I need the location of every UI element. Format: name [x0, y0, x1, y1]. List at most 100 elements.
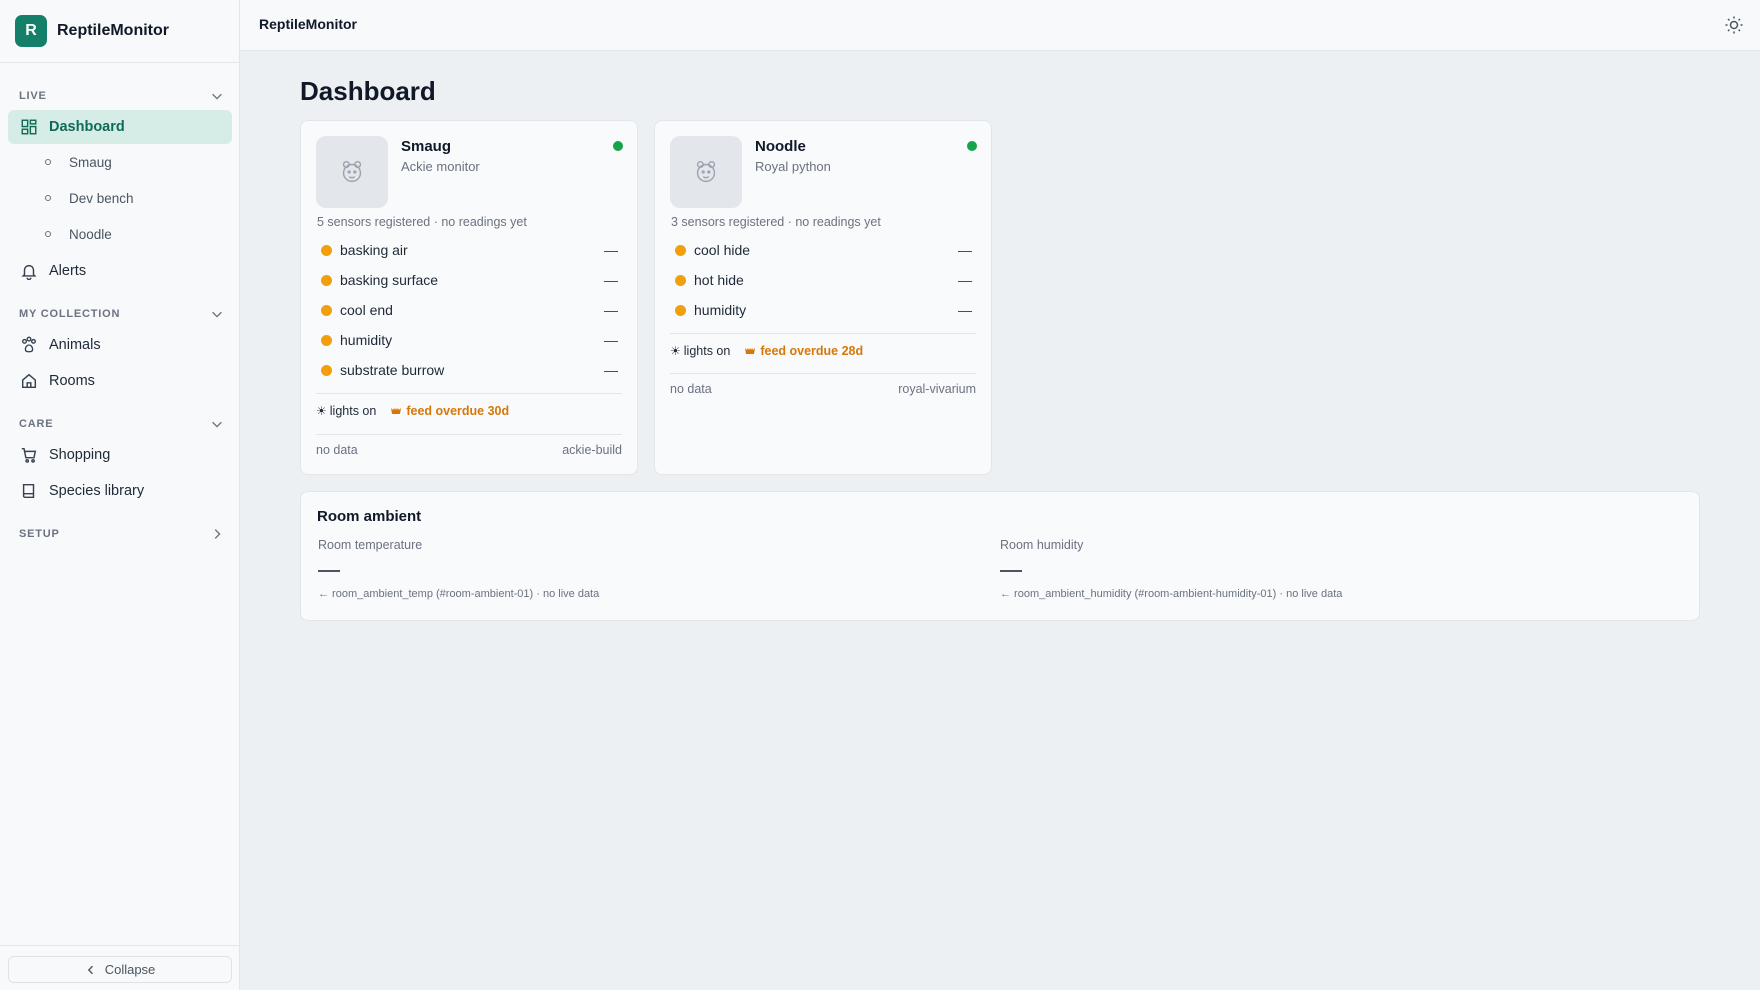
sensor-status-dot — [321, 244, 332, 256]
sensor-label: cool end — [340, 302, 393, 318]
section-collection-label: MY COLLECTION — [19, 308, 121, 320]
animal-species: Royal python — [755, 159, 831, 174]
home-icon — [21, 373, 37, 389]
sensor-row[interactable]: basking air — — [317, 235, 622, 265]
online-status-indicator — [613, 141, 623, 151]
sensor-status-dot — [321, 334, 332, 346]
avatar — [670, 136, 742, 208]
room-humidity-label: Room humidity — [1000, 538, 1084, 552]
lights-status: lights on — [683, 344, 731, 358]
book-icon — [22, 483, 35, 499]
status-line: ☀ lights on feed overdue 30d — [316, 401, 509, 421]
sensor-status-dot — [675, 244, 686, 256]
sensor-list: basking air — basking surface — cool end… — [317, 235, 622, 385]
room-temperature-label: Room temperature — [318, 538, 423, 552]
sidebar-item-label: Rooms — [49, 373, 95, 389]
sensor-label: substrate burrow — [340, 362, 445, 378]
section-setup-label: SETUP — [19, 528, 60, 540]
sensor-label: hot hide — [694, 272, 744, 288]
chevron-down-icon — [212, 93, 222, 100]
sidebar-subitem-dev-bench[interactable]: Dev bench — [45, 186, 134, 210]
sensor-row[interactable]: humidity — — [317, 325, 622, 355]
card-footer: no data ackie-build — [316, 443, 622, 457]
sidebar-item-label: Shopping — [49, 447, 111, 463]
section-care-toggle[interactable]: CARE — [19, 414, 224, 434]
sensor-status-dot — [321, 364, 332, 376]
animal-placeholder-icon — [696, 160, 716, 183]
feed-status-label: feed overdue 28d — [760, 344, 864, 358]
feed-status[interactable]: feed overdue 30d — [390, 404, 509, 418]
sensor-summary: 5 sensors registered · no readings yet — [317, 215, 527, 229]
sidebar-item-animals[interactable]: Animals — [8, 328, 232, 362]
animal-card-noodle[interactable]: Noodle Royal python 3 sensors registered… — [654, 120, 992, 475]
sidebar-subitem-smaug[interactable]: Smaug — [45, 150, 112, 174]
sensor-list: cool hide — hot hide — humidity — — [671, 235, 976, 325]
divider — [316, 434, 622, 435]
section-live-toggle[interactable]: LIVE — [19, 86, 224, 106]
sensor-status-dot — [675, 274, 686, 286]
room-temperature[interactable]: Room temperature ← room_ambient_temp (#r… — [318, 538, 599, 600]
sensor-row[interactable]: cool end — — [317, 295, 622, 325]
sensor-label: basking surface — [340, 272, 439, 288]
section-collection-toggle[interactable]: MY COLLECTION — [19, 304, 224, 324]
sidebar-item-dashboard[interactable]: Dashboard — [8, 110, 232, 144]
sidebar-footer: Collapse — [0, 945, 240, 990]
data-status: no data — [316, 443, 358, 457]
sidebar-subitem-label: Dev bench — [69, 190, 134, 206]
app-name: ReptileMonitor — [57, 22, 169, 39]
brand[interactable]: R ReptileMonitor — [0, 0, 239, 63]
sun-icon[interactable] — [1724, 15, 1744, 35]
divider — [670, 373, 976, 374]
sensor-value: — — [604, 362, 618, 378]
no-value-dash — [1000, 570, 1022, 572]
sidebar: R ReptileMonitor LIVE Dashboard Smaug De… — [0, 0, 240, 990]
sidebar-item-label: Animals — [49, 337, 101, 353]
sidebar-item-label: Alerts — [49, 263, 87, 279]
sensor-row[interactable]: basking surface — — [317, 265, 622, 295]
no-value-dash — [318, 570, 340, 572]
sensor-label: cool hide — [694, 242, 751, 258]
sensor-row[interactable]: cool hide — — [671, 235, 976, 265]
sidebar-subitem-noodle[interactable]: Noodle — [45, 222, 112, 246]
lights-status: lights on — [329, 404, 377, 418]
section-care-label: CARE — [19, 418, 54, 430]
room-ambient-panel: Room ambient Room temperature ← room_amb… — [300, 491, 1700, 621]
animal-card-smaug[interactable]: Smaug Ackie monitor 5 sensors registered… — [300, 120, 638, 475]
sidebar-subitem-label: Smaug — [69, 154, 112, 170]
card-footer: no data royal-vivarium — [670, 382, 976, 396]
enclosure-tag: royal-vivarium — [898, 382, 976, 396]
sidebar-item-alerts[interactable]: Alerts — [8, 254, 232, 288]
sensor-row[interactable]: humidity — — [671, 295, 976, 325]
animal-name: Noodle — [755, 138, 806, 155]
bullet-icon — [45, 231, 51, 237]
collapse-button[interactable]: Collapse — [8, 956, 232, 983]
section-setup-toggle[interactable]: SETUP — [19, 524, 224, 544]
sidebar-item-rooms[interactable]: Rooms — [8, 364, 232, 398]
sensor-summary: 3 sensors registered · no readings yet — [671, 215, 881, 229]
sidebar-subitem-label: Noodle — [69, 226, 112, 242]
animal-placeholder-icon — [342, 160, 362, 183]
online-status-indicator — [967, 141, 977, 151]
sensor-value: — — [604, 332, 618, 348]
room-humidity[interactable]: Room humidity ← room_ambient_humidity (#… — [1000, 538, 1342, 600]
chevron-down-icon — [212, 421, 222, 428]
sensor-row[interactable]: substrate burrow — — [317, 355, 622, 385]
data-status: no data — [670, 382, 712, 396]
sensor-value: — — [958, 272, 972, 288]
status-line: ☀ lights on feed overdue 28d — [670, 341, 863, 361]
feed-status[interactable]: feed overdue 28d — [744, 344, 863, 358]
room-ambient-title: Room ambient — [317, 508, 422, 525]
sensor-label: basking air — [340, 242, 408, 258]
sensor-row[interactable]: hot hide — — [671, 265, 976, 295]
sidebar-item-shopping[interactable]: Shopping — [8, 438, 232, 472]
sensor-value: — — [604, 302, 618, 318]
sensor-value: — — [604, 242, 618, 258]
app-logo: R — [15, 15, 47, 47]
food-icon — [745, 348, 756, 354]
sensor-value: — — [604, 272, 618, 288]
sun-icon: ☀ — [316, 404, 327, 418]
topbar-title: ReptileMonitor — [259, 16, 357, 32]
sidebar-item-species-library[interactable]: Species library — [8, 474, 232, 508]
sidebar-item-label: Dashboard — [49, 119, 125, 135]
chevron-left-icon — [87, 965, 93, 974]
